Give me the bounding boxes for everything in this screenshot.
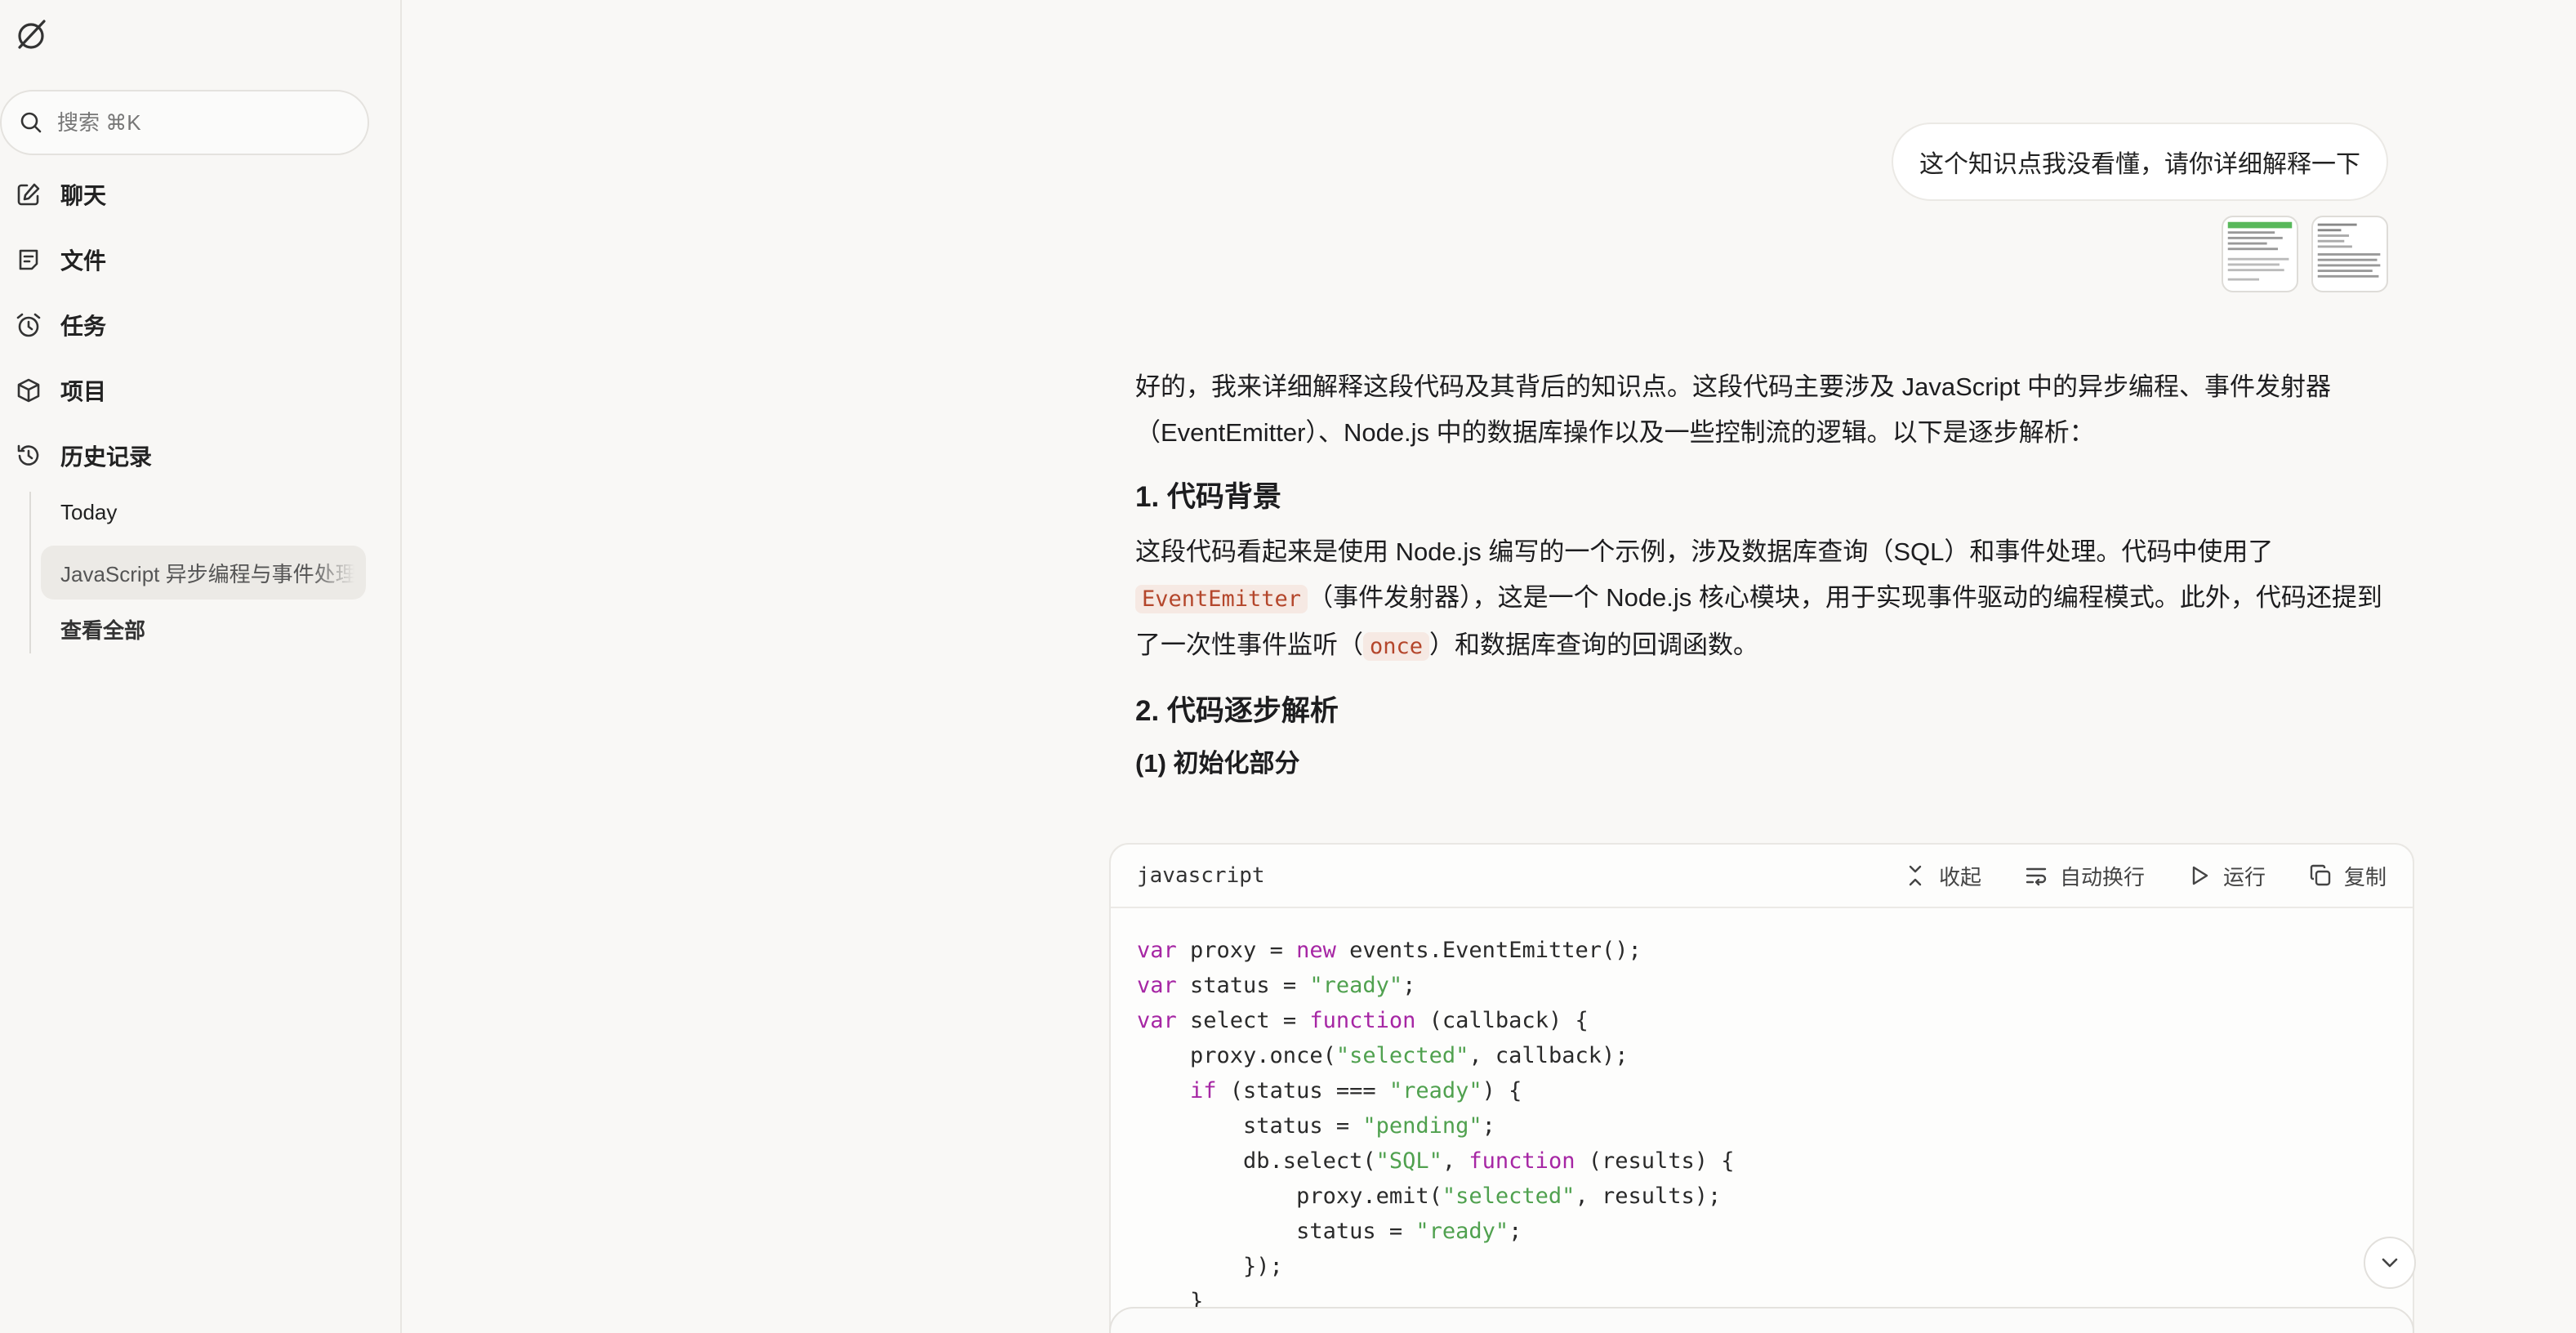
sidebar-item-label: 聊天 (60, 183, 107, 208)
wrap-text-icon (2026, 867, 2047, 886)
sidebar-item-projects[interactable]: 项目 (15, 368, 106, 413)
collapse-label: 收起 (1938, 864, 1981, 889)
section-heading: 2. 代码逐步解析 (1135, 695, 1339, 727)
history-item-active[interactable]: JavaScript 异步编程与事件处理 (41, 546, 366, 600)
code-block: javascript 收起 自动换行 运行 复制 var proxy = new… (1109, 843, 2414, 1333)
history-tree-line (29, 492, 31, 653)
search-icon (20, 112, 42, 133)
sidebar-item-tasks[interactable]: 任务 (15, 302, 106, 348)
history-item-label: JavaScript 异步编程与事件处理 (60, 561, 354, 586)
inline-code: once (1363, 632, 1430, 661)
message-composer[interactable] (1109, 1307, 2414, 1333)
collapse-icon (1909, 865, 1922, 886)
word-wrap-button[interactable]: 自动换行 (2024, 861, 2145, 891)
run-button[interactable]: 运行 (2187, 861, 2266, 891)
code-language-label: javascript (1137, 863, 1265, 888)
code-block-header: javascript 收起 自动换行 运行 复制 (1111, 845, 2413, 908)
sidebar-item-files[interactable]: 文件 (15, 237, 106, 283)
alarm-clock-icon (16, 313, 41, 337)
app-logo-icon[interactable] (11, 15, 51, 54)
cube-icon (17, 378, 40, 403)
paragraph-text: 这段代码看起来是使用 Node.js 编写的一个示例，涉及数据库查询（SQL）和… (1135, 537, 2274, 566)
history-icon (17, 444, 39, 466)
sidebar: 聊天 文件 任务 项目 历史记录 Today JavaScript (0, 0, 402, 1333)
assistant-reply: 好的，我来详细解释这段代码及其背后的知识点。这段代码主要涉及 JavaScrip… (1135, 364, 2385, 784)
chevron-down-icon (2382, 1258, 2398, 1268)
sidebar-item-label: 任务 (60, 314, 107, 339)
subsection-heading: (1) 初始化部分 (1135, 749, 1300, 778)
copy-button[interactable]: 复制 (2308, 861, 2387, 891)
screenshot-thumbnail-image (2227, 221, 2293, 281)
wrap-label: 自动换行 (2059, 864, 2145, 889)
screenshot-thumbnail-image (2317, 223, 2381, 278)
sidebar-item-label: 文件 (60, 248, 107, 274)
view-all-link[interactable]: 查看全部 (60, 614, 145, 644)
run-label: 运行 (2222, 864, 2266, 889)
edit-icon (17, 183, 40, 206)
file-icon (19, 249, 38, 270)
sidebar-item-history[interactable]: 历史记录 (15, 433, 152, 479)
attachment-thumbnail[interactable] (2311, 216, 2388, 292)
paragraph-text: （事件发射器），这是一个 Node.js 核心模块，用于实现事件驱动的编程模式。… (1135, 583, 2382, 659)
copy-icon (2310, 864, 2331, 886)
reply-intro: 好的，我来详细解释这段代码及其背后的知识点。这段代码主要涉及 JavaScrip… (1135, 372, 2331, 447)
collapse-button[interactable]: 收起 (1903, 861, 1981, 891)
history-group-label: Today (60, 500, 118, 524)
copy-label: 复制 (2343, 864, 2387, 889)
search-input[interactable] (57, 109, 319, 136)
user-message-text: 这个知识点我没看懂，请你详细解释一下 (1919, 151, 2360, 178)
code-content: var proxy = new events.EventEmitter(); v… (1137, 938, 1735, 1333)
sidebar-item-label: 项目 (60, 379, 107, 404)
user-message-bubble: 这个知识点我没看懂，请你详细解释一下 (1892, 123, 2388, 201)
attachment-thumbnail[interactable] (2222, 216, 2298, 292)
sidebar-item-label: 历史记录 (60, 444, 153, 470)
scroll-to-bottom-button[interactable] (2364, 1237, 2416, 1289)
search-box[interactable] (0, 90, 369, 155)
paragraph-text: ）和数据库查询的回调函数。 (1429, 631, 1759, 659)
play-icon (2192, 866, 2208, 885)
section-heading: 1. 代码背景 (1135, 481, 1281, 513)
inline-code: EventEmitter (1135, 585, 1308, 613)
sidebar-item-chat[interactable]: 聊天 (15, 172, 106, 217)
section-paragraph: 这段代码看起来是使用 Node.js 编写的一个示例，涉及数据库查询（SQL）和… (1135, 529, 2385, 670)
